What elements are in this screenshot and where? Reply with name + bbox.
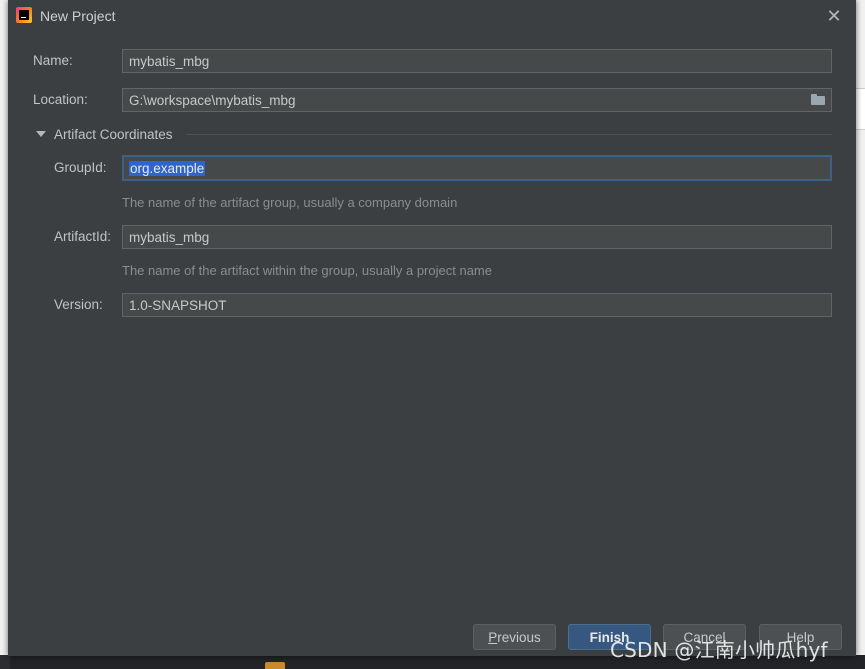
location-label: Location: — [33, 92, 88, 107]
dialog-titlebar: New Project ✕ — [8, 0, 856, 32]
close-icon[interactable]: ✕ — [824, 6, 844, 26]
dialog-title: New Project — [40, 8, 116, 24]
groupid-field[interactable]: org.example — [122, 155, 832, 181]
triangle-down-icon — [36, 131, 46, 137]
background-folder-icon — [265, 662, 285, 669]
section-divider — [186, 134, 832, 135]
background-window-fragment — [856, 88, 865, 130]
previous-label-rest: revious — [497, 629, 541, 645]
version-field-value: 1.0-SNAPSHOT — [129, 297, 227, 313]
artifactid-field-value: mybatis_mbg — [129, 229, 210, 245]
location-field-value: G:\workspace\mybatis_mbg — [129, 92, 296, 108]
background-window-corner — [0, 655, 10, 669]
groupid-hint: The name of the artifact group, usually … — [122, 195, 458, 210]
previous-button[interactable]: Previous — [473, 624, 556, 650]
groupid-field-value: org.example — [129, 160, 206, 176]
version-label: Version: — [54, 297, 103, 312]
new-project-dialog: New Project ✕ Name: mybatis_mbg Location… — [8, 0, 856, 656]
artifactid-hint: The name of the artifact within the grou… — [122, 263, 492, 278]
artifactid-field[interactable]: mybatis_mbg — [122, 225, 832, 249]
version-field[interactable]: 1.0-SNAPSHOT — [122, 293, 832, 317]
groupid-label: GroupId: — [54, 160, 107, 175]
csdn-watermark: CSDN @江南小帅瓜hyf — [610, 638, 828, 662]
location-field[interactable]: G:\workspace\mybatis_mbg — [122, 88, 832, 112]
name-label: Name: — [33, 53, 73, 68]
artifact-coordinates-title: Artifact Coordinates — [54, 126, 173, 142]
name-field[interactable]: mybatis_mbg — [122, 49, 832, 73]
folder-icon[interactable] — [811, 94, 825, 105]
name-field-value: mybatis_mbg — [129, 53, 210, 69]
intellij-idea-icon — [16, 7, 32, 23]
previous-mnemonic: P — [488, 629, 498, 645]
artifactid-label: ArtifactId: — [54, 229, 112, 244]
artifact-coordinates-toggle[interactable]: Artifact Coordinates — [36, 125, 173, 143]
